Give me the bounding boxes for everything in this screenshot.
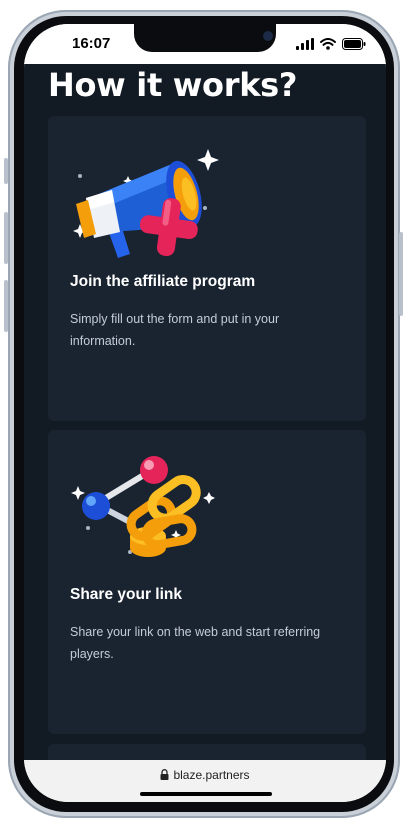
screen: 16:07 How it works? Join the affiliate p… <box>24 24 386 802</box>
card-title: Share your link <box>70 586 182 603</box>
chain-link-icon <box>71 456 215 557</box>
home-indicator[interactable] <box>140 792 272 796</box>
url-label: blaze.partners <box>173 768 250 782</box>
front-camera <box>263 31 273 41</box>
notch <box>134 24 276 52</box>
address-text: blaze.partners <box>24 768 386 782</box>
wifi-icon <box>320 38 336 50</box>
side-button-volume-up <box>4 212 8 264</box>
megaphone-plus-icon <box>73 149 219 258</box>
step-card-share: Share your link Share your link on the w… <box>48 430 366 734</box>
status-time: 16:07 <box>72 35 111 52</box>
page-content: How it works? Join the affiliate program… <box>24 64 386 760</box>
side-button-volume-down <box>4 280 8 332</box>
card-description: Share your link on the web and start ref… <box>70 625 321 661</box>
step-card-join: Join the affiliate program Simply fill o… <box>48 116 366 421</box>
card-title: Join the affiliate program <box>70 273 256 290</box>
side-button-silent <box>4 158 8 184</box>
status-bar: 16:07 <box>24 24 386 64</box>
side-button-power <box>399 232 403 316</box>
step-card-next <box>48 744 366 760</box>
lock-icon <box>160 769 169 780</box>
browser-address-bar[interactable]: blaze.partners <box>24 760 386 802</box>
page-title: How it works? <box>48 66 298 104</box>
signal-icon <box>296 38 314 50</box>
status-icons <box>296 38 366 50</box>
battery-icon <box>342 38 366 50</box>
card-description: Simply fill out the form and put in your… <box>70 312 280 348</box>
